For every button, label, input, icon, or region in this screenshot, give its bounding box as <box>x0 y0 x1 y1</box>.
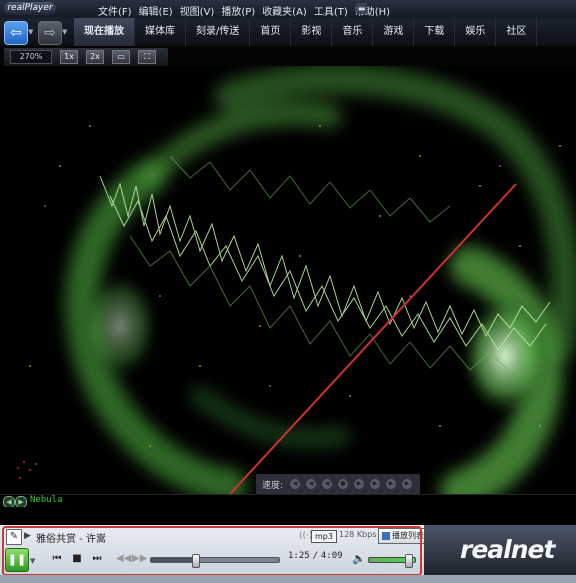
brand-logo-text: realnet <box>460 535 555 564</box>
visualization-name: Nebula <box>30 495 63 505</box>
tab-burn-transfer[interactable]: 刻录/传送 <box>186 18 251 46</box>
zoom-level[interactable]: 270% <box>10 50 52 64</box>
realplayer-logo[interactable]: realPlayer <box>4 2 56 15</box>
nebula-visualization <box>0 66 576 494</box>
speed-normal-icon[interactable]: ● <box>338 479 348 489</box>
tab-music[interactable]: 音乐 <box>332 18 374 46</box>
speed-label: 速度: <box>262 481 284 491</box>
speed-slowest-icon[interactable]: ◀ <box>290 479 300 489</box>
nav-bar: ⇦ ▼ ⇨ ▼ 现在播放 媒体库 刻录/传送 首页 影视 音乐 游戏 下载 娱乐… <box>0 18 576 47</box>
menu-file[interactable]: 文件(F) <box>98 3 132 18</box>
speed-fast-icon[interactable]: ▶ <box>354 479 364 489</box>
annotation-highlight-box <box>2 526 422 576</box>
tab-now-playing[interactable]: 现在播放 <box>74 18 135 46</box>
menu-favorites[interactable]: 收藏夹(A) <box>262 3 307 18</box>
tab-games[interactable]: 游戏 <box>373 18 415 46</box>
zoom-2x-button[interactable]: 2x <box>86 50 104 64</box>
back-arrow-icon: ⇦ <box>10 25 22 41</box>
speed-slower-icon[interactable]: ◀ <box>306 479 316 489</box>
menu-edit[interactable]: 编辑(E) <box>139 3 173 18</box>
tab-video[interactable]: 影视 <box>291 18 333 46</box>
tab-strip: 现在播放 媒体库 刻录/传送 首页 影视 音乐 游戏 下载 娱乐 社区 <box>74 18 538 46</box>
forward-button[interactable]: ⇨ <box>38 21 62 45</box>
menu-tools[interactable]: 工具(T) <box>314 3 348 18</box>
tab-home[interactable]: 首页 <box>250 18 292 46</box>
zoom-controls: 270% 1x 2x ▭ ⛶ <box>4 48 168 66</box>
bottom-strip <box>0 575 576 583</box>
tab-download[interactable]: 下载 <box>414 18 456 46</box>
speed-faster-icon[interactable]: ▶ <box>370 479 380 489</box>
speed-max-icon[interactable]: ▶ <box>402 479 412 489</box>
tab-library[interactable]: 媒体库 <box>135 18 186 46</box>
forward-arrow-icon: ⇨ <box>44 25 56 41</box>
minimize-icon[interactable]: ▬ <box>356 3 367 14</box>
tab-community[interactable]: 社区 <box>496 18 538 46</box>
menu-bar: 文件(F) 编辑(E) 视图(V) 播放(P) 收藏夹(A) 工具(T) 帮助(… <box>98 3 390 18</box>
realnetworks-brand: realnet <box>424 525 576 575</box>
separator <box>0 507 576 525</box>
zoom-bar: 270% 1x 2x ▭ ⛶ <box>0 46 576 66</box>
zoom-1x-button[interactable]: 1x <box>60 50 78 64</box>
menu-play[interactable]: 播放(P) <box>221 3 255 18</box>
visualization-bar: ◀ ▶ Nebula <box>0 494 576 508</box>
tab-entertainment[interactable]: 娱乐 <box>455 18 497 46</box>
fullscreen-icon: ⛶ <box>144 52 150 61</box>
speed-slow-icon[interactable]: ◀ <box>322 479 332 489</box>
back-button[interactable]: ⇦ <box>4 21 28 45</box>
visualization-display[interactable] <box>0 66 576 494</box>
forward-dropdown-icon[interactable]: ▼ <box>62 28 67 36</box>
back-dropdown-icon[interactable]: ▼ <box>28 28 33 36</box>
speed-fastest-icon[interactable]: ▶ <box>386 479 396 489</box>
title-bar: realPlayer 文件(F) 编辑(E) 视图(V) 播放(P) 收藏夹(A… <box>0 0 576 18</box>
fit-window-button[interactable]: ▭ <box>112 50 130 64</box>
fullscreen-button[interactable]: ⛶ <box>138 50 156 64</box>
speed-control: 速度: ◀ ◀ ◀ ● ▶ ▶ ▶ ▶ <box>256 474 420 494</box>
fit-window-icon: ▭ <box>117 52 125 61</box>
menu-view[interactable]: 视图(V) <box>180 3 215 18</box>
